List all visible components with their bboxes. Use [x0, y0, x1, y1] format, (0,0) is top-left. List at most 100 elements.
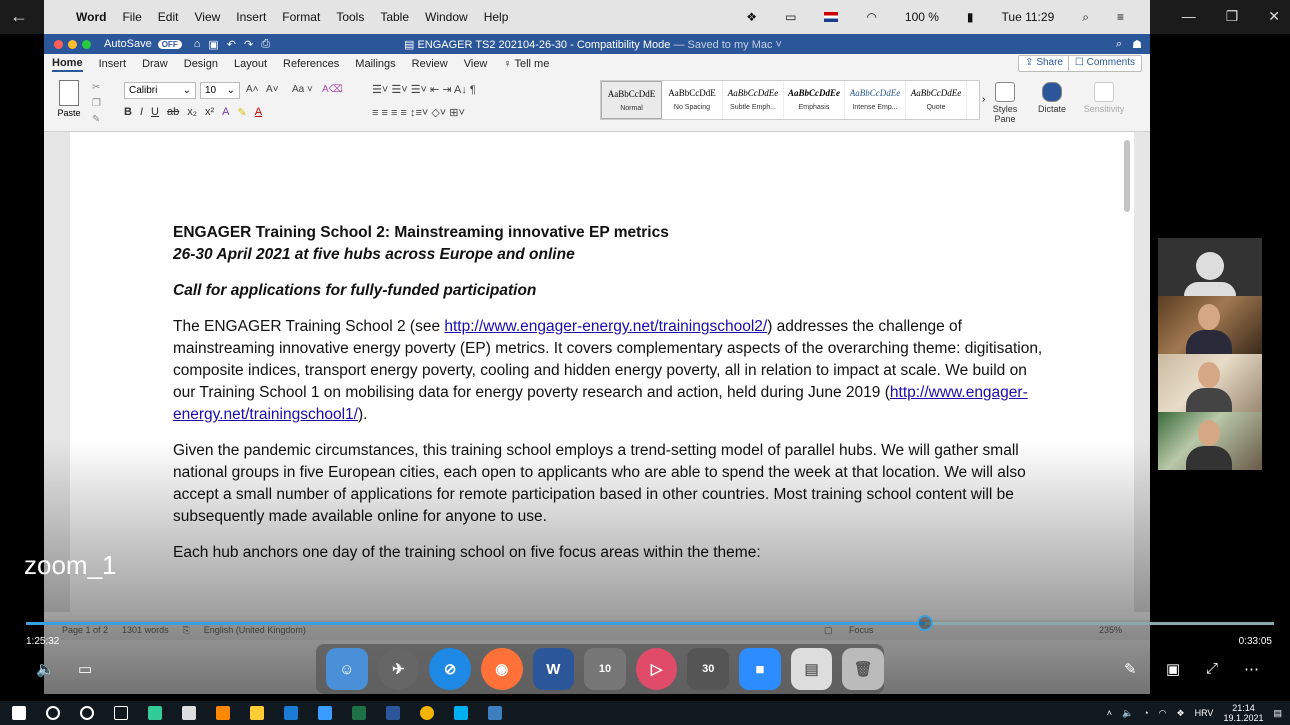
tab-mailings[interactable]: Mailings [355, 58, 395, 70]
display-icon[interactable]: ▭ [785, 10, 796, 24]
pilcrow-icon[interactable]: ¶ [470, 84, 476, 96]
vertical-scrollbar[interactable] [1124, 140, 1130, 212]
network-icon[interactable]: ◔ [1143, 708, 1148, 718]
safari-icon[interactable]: ⊘ [429, 648, 471, 690]
font-color-icon[interactable]: A [255, 106, 262, 119]
menubar-clock[interactable]: Tue 11:29 [1002, 10, 1055, 24]
tab-view[interactable]: View [464, 58, 488, 70]
style-intense-emphasis[interactable]: AaBbCcDdEe Intense Emp... [845, 81, 906, 119]
share-button[interactable]: ⇪ Share [1018, 55, 1070, 72]
zoom-level[interactable]: 235% [1099, 625, 1122, 635]
task-view-icon[interactable] [114, 706, 128, 720]
notifications-icon[interactable]: ▤ [1273, 708, 1282, 719]
menu-tools[interactable]: Tools [336, 10, 364, 24]
grow-font-icon[interactable]: A˄ [246, 84, 259, 95]
paste-button[interactable]: Paste [54, 80, 84, 118]
justify-icon[interactable]: ≡ [400, 107, 409, 119]
dictate-button[interactable]: Dictate [1032, 82, 1072, 114]
edge-icon[interactable] [148, 706, 162, 720]
gallery-more-icon[interactable]: › [982, 94, 985, 105]
file-explorer-icon[interactable] [250, 706, 264, 720]
finder-icon[interactable]: ☺ [326, 648, 368, 690]
miniplayer-icon[interactable]: ▣ [1166, 660, 1180, 678]
search-icon[interactable] [46, 706, 60, 720]
rewind-icon[interactable]: 10 [584, 648, 626, 690]
dropbox-icon[interactable]: ❖ [746, 10, 757, 24]
restore-icon[interactable]: ❐ [1226, 8, 1239, 25]
tab-review[interactable]: Review [412, 58, 448, 70]
highlight-icon[interactable]: ✎ [238, 106, 247, 119]
minimize-dot-icon[interactable] [68, 39, 77, 49]
styles-pane-button[interactable]: Styles Pane [990, 82, 1020, 124]
progress-thumb[interactable] [916, 615, 933, 631]
menu-table[interactable]: Table [380, 10, 409, 24]
battery-icon[interactable]: ▮ [967, 10, 974, 24]
document-page[interactable]: ENGAGER Training School 2: Mainstreaming… [70, 132, 1134, 612]
participant-tile[interactable] [1158, 238, 1262, 296]
menu-insert[interactable]: Insert [236, 10, 266, 24]
menu-view[interactable]: View [194, 10, 220, 24]
increase-indent-icon[interactable]: ⇥ [442, 84, 454, 96]
proofing-icon[interactable]: ⎘ [183, 625, 190, 636]
comments-button[interactable]: ☐ Comments [1067, 55, 1142, 72]
skype-icon[interactable] [454, 706, 468, 720]
ie-icon[interactable] [318, 706, 332, 720]
format-painter-icon[interactable]: ✎ [92, 114, 100, 125]
decrease-indent-icon[interactable]: ⇤ [430, 84, 442, 96]
style-no-spacing[interactable]: AaBbCcDdE No Spacing [662, 81, 723, 119]
tray-chevron-icon[interactable]: ˄ [1107, 708, 1112, 718]
close-icon[interactable]: ✕ [1268, 8, 1280, 25]
account-icon[interactable]: ☗ [1132, 38, 1142, 51]
zoom-dot-icon[interactable] [82, 39, 91, 49]
change-case-icon[interactable]: Aa ˅ [292, 84, 313, 95]
style-normal[interactable]: AaBbCcDdE Normal [601, 81, 662, 119]
style-quote[interactable]: AaBbCcDdEe Quote [906, 81, 967, 119]
italic-icon[interactable]: I [140, 106, 143, 119]
trainingschool2-link[interactable]: http://www.engager-energy.net/trainingsc… [444, 318, 767, 335]
menu-file[interactable]: File [122, 10, 141, 24]
fullscreen-icon[interactable]: ⤢ [1206, 660, 1218, 677]
participant-video[interactable] [1158, 354, 1262, 412]
undo-icon[interactable]: ↶ [227, 38, 236, 51]
launchpad-icon[interactable]: ✈ [377, 648, 420, 690]
taskbar-clock[interactable]: 21:14 19.1.2021 [1223, 703, 1263, 723]
strikethrough-icon[interactable]: ab [167, 106, 179, 119]
pen-icon[interactable]: ✎ [1124, 660, 1137, 678]
cut-icon[interactable]: ✂ [92, 82, 100, 93]
clear-formatting-icon[interactable]: A⌫ [322, 84, 343, 95]
shrink-font-icon[interactable]: A˅ [266, 84, 279, 95]
menu-list-icon[interactable]: ≡ [1117, 10, 1124, 24]
line-spacing-icon[interactable]: ↕≡˅ [410, 107, 431, 119]
tell-me[interactable]: ♀ Tell me [503, 58, 549, 70]
word-taskbar-icon[interactable] [386, 706, 400, 720]
underline-icon[interactable]: U [151, 106, 159, 119]
subscript-icon[interactable]: x₂ [187, 106, 197, 119]
tab-insert[interactable]: Insert [99, 58, 127, 70]
page-count[interactable]: Page 1 of 2 [62, 625, 108, 635]
zoom-app-icon[interactable]: ■ [739, 648, 781, 690]
store-icon[interactable] [182, 706, 196, 720]
wifi-tray-icon[interactable]: ◠ [1159, 708, 1167, 719]
copy-icon[interactable]: ❐ [92, 98, 101, 109]
search-icon[interactable]: ⌕ [1116, 38, 1122, 51]
font-size-select[interactable]: 10 ⌄ [200, 82, 240, 99]
menu-format[interactable]: Format [282, 10, 320, 24]
forward-icon[interactable]: 30 [687, 648, 730, 690]
superscript-icon[interactable]: x² [205, 106, 214, 119]
back-arrow-icon[interactable]: ← [10, 6, 28, 27]
menu-window[interactable]: Window [425, 10, 468, 24]
video-app-icon[interactable] [488, 706, 502, 720]
windows-start-icon[interactable] [12, 706, 26, 720]
sort-icon[interactable]: A↓ [454, 84, 470, 96]
tab-layout[interactable]: Layout [234, 58, 267, 70]
sensitivity-button[interactable]: Sensitivity [1080, 82, 1128, 114]
multilevel-list-icon[interactable]: ☰˅ [411, 84, 430, 96]
borders-icon[interactable]: ⊞˅ [449, 107, 465, 119]
tab-home[interactable]: Home [52, 57, 83, 72]
bullets-icon[interactable]: ☰˅ [372, 84, 391, 96]
firefox-icon[interactable]: ◉ [480, 648, 523, 690]
bold-icon[interactable]: B [124, 106, 132, 119]
subtitles-icon[interactable]: ▭ [78, 660, 92, 678]
trash-icon[interactable]: 🗑 [842, 648, 885, 690]
numbering-icon[interactable]: ☰˅ [391, 84, 410, 96]
